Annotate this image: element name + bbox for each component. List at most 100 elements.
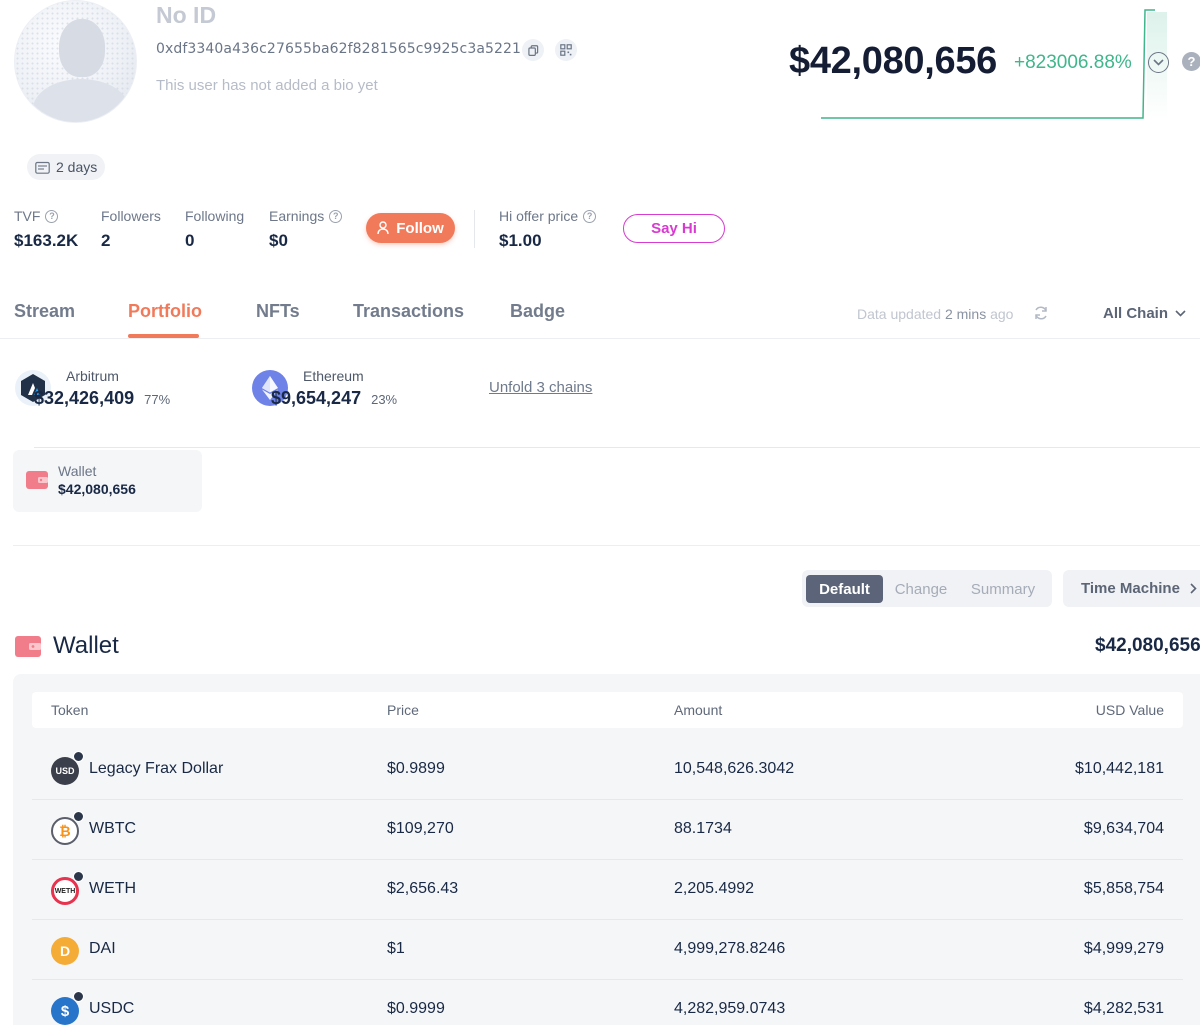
token-usd-value: $4,999,279 [1083,940,1164,957]
wallet-icon [15,636,41,657]
tabs-divider [0,338,1200,339]
column-header-price[interactable]: Price [387,702,419,718]
help-icon[interactable]: ? [45,209,59,223]
table-row[interactable]: WETH WETH $2,656.43 2,205.4992 $5,858,75… [32,860,1183,920]
qr-code-icon[interactable] [555,39,577,61]
followers-value: 2 [101,231,111,250]
table-row[interactable]: USD Legacy Frax Dollar $0.9899 10,548,62… [32,740,1183,800]
token-usd-value: $10,442,181 [1075,760,1164,777]
profile-bio: This user has not added a bio yet [156,77,378,94]
follow-button[interactable]: Follow [366,213,455,243]
view-toggle: Default Change Summary [802,570,1052,607]
wallet-icon [26,471,48,489]
toggle-change[interactable]: Change [892,575,950,603]
wallet-section-total: $42,080,656 [1095,635,1200,656]
help-icon[interactable]: ? [1182,52,1200,71]
following-label: Following [185,208,245,224]
earnings-stat: Earnings? $0 [269,208,343,251]
table-row[interactable]: ₿ WBTC $109,270 88.1734 $9,634,704 [32,800,1183,860]
chain-arbitrum[interactable]: Arbitrum $32,426,409 77% [15,368,1185,448]
token-price: $0.9999 [387,1000,445,1017]
help-icon[interactable]: ? [583,209,597,223]
stats-divider [474,210,475,248]
wallet-summary-card[interactable]: Wallet $42,080,656 [13,450,202,512]
account-age-chip: 2 days [27,154,106,180]
chain-badge-icon [73,811,84,822]
token-usd-value: $9,634,704 [1083,820,1164,837]
net-worth-change: +823006.88% [1014,52,1132,73]
token-amount: 88.1734 [674,820,732,837]
tab-stream[interactable]: Stream [14,301,75,322]
table-row[interactable]: $ USDC $0.9999 4,282,959.0743 $4,282,531 [32,980,1183,1025]
profile-name: No ID [156,2,217,28]
token-price: $1 [387,940,405,957]
time-machine-button[interactable]: Time Machine [1063,570,1200,607]
tab-nfts[interactable]: NFTs [256,301,300,322]
chain-name: Ethereum [303,368,364,384]
tvf-stat: TVF? $163.2K [14,208,78,251]
column-header-token[interactable]: Token [51,702,88,718]
unfold-chains-link[interactable]: Unfold 3 chains [489,379,592,396]
hi-offer-price-stat: Hi offer price? $1.00 [499,208,597,251]
time-machine-label: Time Machine [1081,580,1180,597]
avatar [14,0,137,123]
column-header-amount[interactable]: Amount [674,702,722,718]
chevron-right-icon [1190,583,1197,594]
token-usd-value: $4,282,531 [1083,1000,1164,1017]
chain-value: $9,654,247 [271,388,362,408]
tab-portfolio[interactable]: Portfolio [128,301,202,322]
token-table: Token Price Amount USD Value USD Legacy … [13,674,1200,1025]
chain-percent: 77% [144,392,171,407]
followers-stat[interactable]: Followers 2 [101,208,161,251]
toggle-summary[interactable]: Summary [967,575,1039,603]
refresh-icon[interactable] [1033,305,1049,321]
token-name: DAI [89,940,116,957]
say-hi-button[interactable]: Say Hi [623,214,725,243]
chain-filter-dropdown[interactable]: All Chain [1103,305,1186,322]
user-add-icon [377,221,389,235]
chevron-down-icon[interactable] [1148,52,1169,73]
tvf-label: TVF [14,208,41,224]
chain-percent: 23% [371,392,398,407]
chain-badge-icon [73,871,84,882]
toggle-default[interactable]: Default [806,575,883,603]
chevron-down-icon [1175,310,1186,317]
token-name: WBTC [89,820,137,837]
earnings-label: Earnings [269,208,325,224]
token-usd-value: $5,858,754 [1083,880,1164,897]
wallet-section-title: Wallet [53,632,119,659]
follow-button-label: Follow [396,219,444,237]
calendar-icon [35,161,50,174]
chain-badge-icon [73,991,84,1002]
chain-badge-icon [73,751,84,762]
data-updated-text: Data updated 2 mins ago [857,306,1014,322]
dai-token-icon: D [51,937,79,965]
token-amount: 4,282,959.0743 [674,1000,786,1017]
help-icon[interactable]: ? [329,209,343,223]
copy-icon[interactable] [522,39,544,61]
hi-offer-value: $1.00 [499,231,542,250]
token-name: Legacy Frax Dollar [89,760,224,777]
token-price: $109,270 [387,820,454,837]
followers-label: Followers [101,208,161,224]
token-amount: 2,205.4992 [674,880,755,897]
wallet-card-label: Wallet [58,463,97,479]
tab-transactions[interactable]: Transactions [353,301,464,322]
wallet-card-value: $42,080,656 [58,481,136,497]
following-stat[interactable]: Following 0 [185,208,244,251]
token-name: WETH [89,880,137,897]
column-header-usd-value[interactable]: USD Value [1096,702,1164,718]
token-price: $2,656.43 [387,880,459,897]
table-row[interactable]: D DAI $1 4,999,278.8246 $4,999,279 [32,920,1183,980]
total-net-worth: $42,080,656 [789,40,998,82]
tab-badge[interactable]: Badge [510,301,565,322]
following-value: 0 [185,231,195,250]
chain-value: $32,426,409 [34,388,135,408]
token-name: USDC [89,1000,135,1017]
chain-ethereum[interactable]: Ethereum $9,654,247 23% [252,368,1200,448]
hi-offer-label: Hi offer price [499,208,579,224]
account-age-text: 2 days [56,159,98,175]
chain-filter-label: All Chain [1103,305,1169,322]
chain-name: Arbitrum [66,368,119,384]
section-divider [13,545,1200,546]
